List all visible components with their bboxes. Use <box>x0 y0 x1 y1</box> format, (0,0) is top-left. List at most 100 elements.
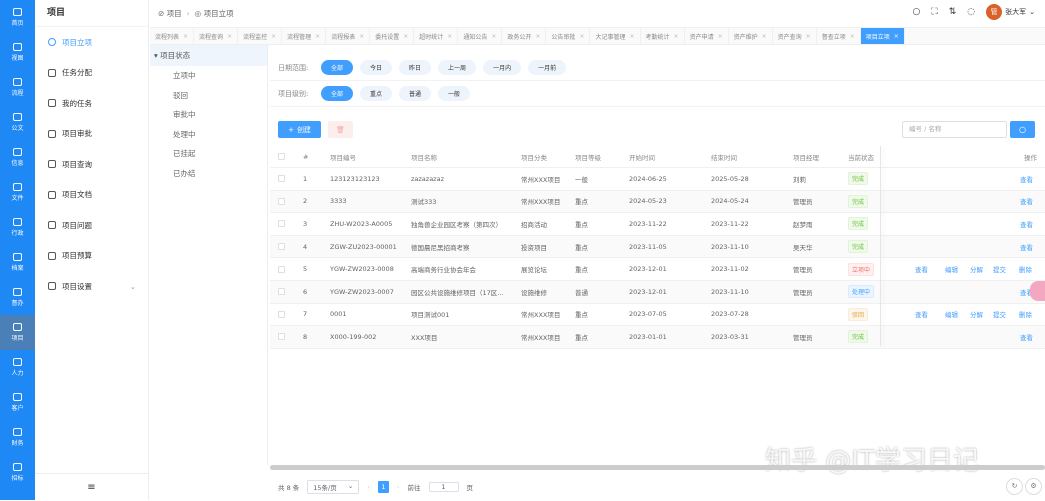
tree-item[interactable]: 处理中 <box>150 125 267 145</box>
tab-14[interactable]: 资产查询 × <box>773 28 817 44</box>
close-icon[interactable]: × <box>227 33 232 40</box>
rail-item-9[interactable]: 项目 <box>0 315 35 350</box>
checkbox[interactable] <box>278 153 285 160</box>
next-page-button[interactable]: › <box>397 483 400 491</box>
close-icon[interactable]: × <box>535 33 540 40</box>
action-删除[interactable]: 删除 <box>1019 258 1032 280</box>
close-icon[interactable]: × <box>491 33 496 40</box>
tree-item[interactable]: 已办结 <box>150 164 267 184</box>
rail-item-12[interactable]: 财务 <box>0 420 35 455</box>
tree-item[interactable]: 审批中 <box>150 105 267 125</box>
rail-item-10[interactable]: 人力 <box>0 350 35 385</box>
close-icon[interactable]: × <box>850 33 855 40</box>
floating-widget[interactable] <box>1030 281 1045 301</box>
row-checkbox[interactable] <box>278 304 285 326</box>
rail-item-7[interactable]: 档案 <box>0 245 35 280</box>
tree-item[interactable]: 已挂起 <box>150 144 267 164</box>
close-icon[interactable]: × <box>447 33 452 40</box>
delete-button[interactable]: 🗑 <box>328 121 353 138</box>
tab-5[interactable]: 委托设置 × <box>370 28 415 44</box>
rail-item-11[interactable]: 客户 <box>0 385 35 420</box>
tree-item[interactable]: 立项中 <box>150 66 267 86</box>
checkbox[interactable] <box>278 288 285 296</box>
horizontal-scrollbar[interactable] <box>270 465 1045 470</box>
close-icon[interactable]: × <box>894 33 899 40</box>
action-查看[interactable]: 查看 <box>915 258 928 280</box>
checkbox[interactable] <box>278 265 285 273</box>
create-button[interactable]: + 创建 <box>278 121 321 138</box>
action-提交[interactable]: 提交 <box>993 258 1006 280</box>
search-button[interactable]: ○ <box>1010 121 1035 138</box>
tab-13[interactable]: 资产维护 × <box>729 28 773 44</box>
sidebar-item-2[interactable]: 我的任务 <box>35 88 148 119</box>
sidebar-item-1[interactable]: 任务分配 <box>35 58 148 89</box>
close-icon[interactable]: × <box>183 33 188 40</box>
page-1[interactable]: 1 <box>377 481 389 493</box>
search-icon[interactable]: ○ <box>913 7 921 17</box>
row-checkbox[interactable] <box>278 281 285 303</box>
action-分解[interactable]: 分解 <box>970 258 983 280</box>
level-option[interactable]: 一般 <box>438 86 471 101</box>
tab-1[interactable]: 流程查询 × <box>194 28 239 44</box>
page-size-select[interactable]: 15条/页 ⌄ <box>307 480 360 494</box>
tab-2[interactable]: 流程监控 × <box>238 28 283 44</box>
prev-page-button[interactable]: ‹ <box>367 483 370 491</box>
close-icon[interactable]: × <box>718 33 723 40</box>
date-option[interactable]: 一月前 <box>528 60 567 75</box>
gear-icon[interactable]: ⚙ <box>1025 478 1042 495</box>
sort-icon[interactable]: ⇅ <box>949 7 957 17</box>
fullscreen-icon[interactable]: ⛶ <box>931 7 937 17</box>
rail-item-2[interactable]: 流程 <box>0 70 35 105</box>
tab-6[interactable]: 超时统计 × <box>414 28 459 44</box>
sidebar-item-8[interactable]: 项目设置 ⌄ <box>35 271 148 302</box>
goto-page-input[interactable]: 1 <box>428 482 459 492</box>
level-option[interactable]: 重点 <box>360 86 393 101</box>
level-option[interactable]: 普通 <box>399 86 432 101</box>
tab-15[interactable]: 督查立项 × <box>817 28 861 44</box>
tab-16[interactable]: 项目立项 × <box>860 28 905 44</box>
tab-12[interactable]: 资产申请 × <box>685 28 729 44</box>
action-提交[interactable]: 提交 <box>993 304 1006 326</box>
sidebar-item-7[interactable]: 项目预算 <box>35 241 148 272</box>
action-编辑[interactable]: 编辑 <box>945 304 958 326</box>
row-checkbox[interactable] <box>278 213 285 235</box>
checkbox[interactable] <box>278 243 285 251</box>
rail-item-0[interactable]: 首页 <box>0 0 35 35</box>
sidebar-item-4[interactable]: 项目查询 <box>35 149 148 180</box>
rail-item-4[interactable]: 信息 <box>0 140 35 175</box>
level-option[interactable]: 全部 <box>321 86 354 101</box>
checkbox[interactable] <box>278 220 285 228</box>
user-menu[interactable]: 管 张大军 ⌄ <box>986 4 1035 20</box>
date-option[interactable]: 全部 <box>321 60 354 75</box>
sidebar-item-0[interactable]: 项目立项 <box>35 27 148 58</box>
action-分解[interactable]: 分解 <box>970 304 983 326</box>
tab-4[interactable]: 流程报表 × <box>326 28 371 44</box>
action-查看[interactable]: 查看 <box>915 304 928 326</box>
select-all-checkbox[interactable] <box>278 146 285 167</box>
message-icon[interactable]: ◌ <box>967 7 975 17</box>
row-checkbox[interactable] <box>278 326 285 348</box>
close-icon[interactable]: × <box>629 33 634 40</box>
rail-item-8[interactable]: 督办 <box>0 280 35 315</box>
refresh-icon[interactable]: ↻ <box>1006 478 1023 495</box>
action-编辑[interactable]: 编辑 <box>945 258 958 280</box>
close-icon[interactable]: × <box>762 33 767 40</box>
row-checkbox[interactable] <box>278 168 285 190</box>
checkbox[interactable] <box>278 310 285 318</box>
close-icon[interactable]: × <box>674 33 679 40</box>
row-checkbox[interactable] <box>278 191 285 213</box>
date-option[interactable]: 一月内 <box>483 60 522 75</box>
row-checkbox[interactable] <box>278 258 285 280</box>
tab-11[interactable]: 考勤统计 × <box>641 28 685 44</box>
checkbox[interactable] <box>278 197 285 205</box>
tab-10[interactable]: 大记事管理 × <box>590 28 641 44</box>
checkbox[interactable] <box>278 175 285 183</box>
tree-root[interactable]: ▾ 项目状态 <box>150 45 267 66</box>
tab-0[interactable]: 流程列表 × <box>150 28 195 44</box>
rail-item-1[interactable]: 视图 <box>0 35 35 70</box>
sidebar-item-5[interactable]: 项目文档 <box>35 180 148 211</box>
checkbox[interactable] <box>278 333 285 341</box>
date-option[interactable]: 上一周 <box>438 60 477 75</box>
sidebar-item-3[interactable]: 项目审批 <box>35 119 148 150</box>
action-删除[interactable]: 删除 <box>1019 304 1032 326</box>
